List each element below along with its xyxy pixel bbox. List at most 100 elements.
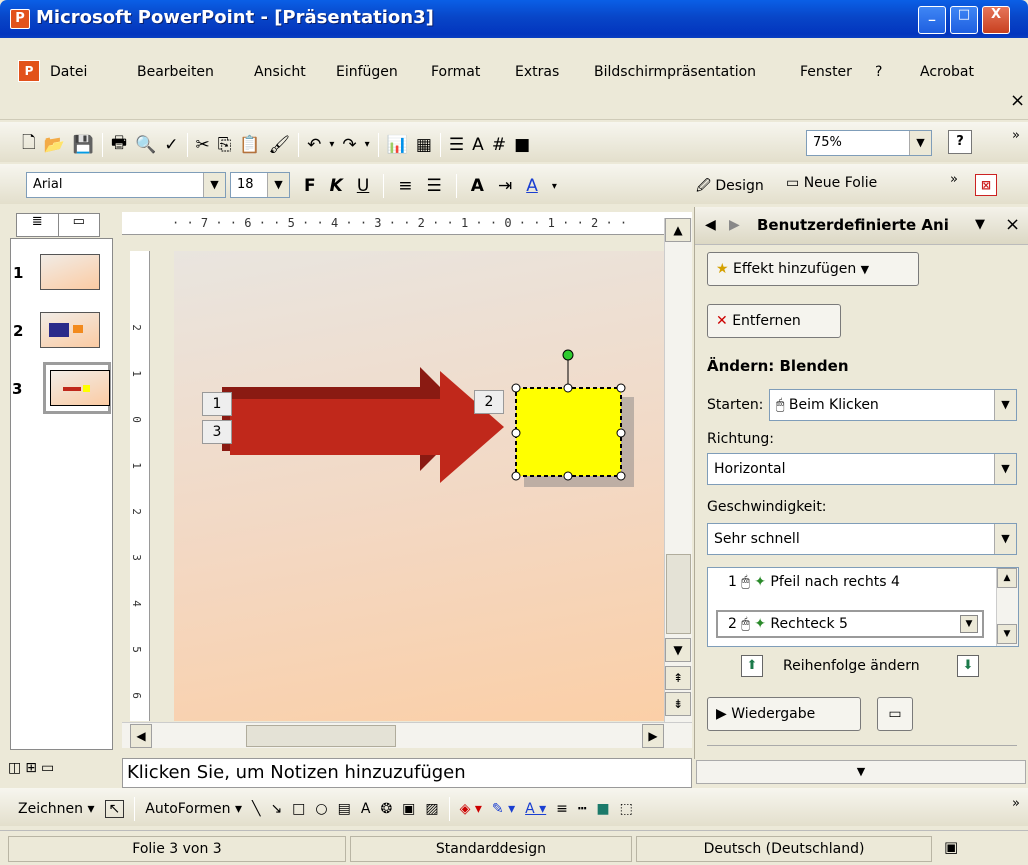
start-select[interactable]: 🖱 Beim Klicken ▼ bbox=[769, 389, 1017, 421]
spellcheck-status-icon[interactable]: ▣ bbox=[944, 838, 958, 856]
bullet-list-icon[interactable]: ☰ bbox=[427, 176, 442, 196]
grid-icon[interactable]: # bbox=[492, 135, 506, 155]
add-effect-button[interactable]: ★ Effekt hinzufügen ▼ bbox=[707, 252, 919, 286]
color-grayscale-icon[interactable]: ■ bbox=[514, 135, 530, 155]
animation-tag-3[interactable]: 3 bbox=[202, 420, 232, 444]
resize-handle[interactable] bbox=[511, 428, 521, 438]
wordart-tool-icon[interactable]: A bbox=[361, 801, 371, 817]
acrobat-pdf-icon[interactable]: ⊠ bbox=[975, 174, 997, 196]
animation-tag-2[interactable]: 2 bbox=[474, 390, 504, 414]
forward-arrow-icon[interactable]: ▶ bbox=[729, 217, 740, 233]
list-scrollbar[interactable]: ▲ ▼ bbox=[996, 568, 1018, 646]
task-pane-menu-icon[interactable]: ▼ bbox=[975, 217, 985, 232]
fill-color-icon[interactable]: ◈ ▾ bbox=[460, 801, 482, 817]
slideshow-view-icon[interactable]: ▭ bbox=[41, 760, 54, 776]
increase-font-icon[interactable]: A bbox=[471, 176, 484, 196]
list-item[interactable]: 2 🖱 ✦ Rechteck 5 ▼ bbox=[716, 610, 984, 638]
resize-handle[interactable] bbox=[563, 471, 573, 481]
chevron-down-icon[interactable]: ▼ bbox=[994, 390, 1016, 420]
align-left-icon[interactable]: ≡ bbox=[398, 176, 412, 196]
copy-icon[interactable]: ⎘ bbox=[218, 135, 232, 155]
select-pointer-icon[interactable]: ↖ bbox=[104, 800, 125, 818]
menu-bearbeiten[interactable]: Bearbeiten bbox=[137, 64, 214, 80]
powerpoint-app-icon[interactable]: P bbox=[10, 9, 30, 29]
menu-extras[interactable]: Extras bbox=[515, 64, 559, 80]
remove-button[interactable]: ✕ Entfernen bbox=[707, 304, 841, 338]
diagram-tool-icon[interactable]: ❂ bbox=[380, 801, 392, 817]
direction-select[interactable]: Horizontal ▼ bbox=[707, 453, 1017, 485]
redo-icon[interactable]: ↷ bbox=[342, 135, 356, 155]
cut-icon[interactable]: ✂ bbox=[196, 135, 210, 155]
font-select[interactable]: Arial ▼ bbox=[26, 172, 226, 198]
menu-close-icon[interactable]: × bbox=[1010, 90, 1025, 111]
scroll-up-icon[interactable]: ▲ bbox=[997, 568, 1017, 588]
resize-handle[interactable] bbox=[511, 471, 521, 481]
rotate-handle[interactable] bbox=[562, 349, 574, 361]
design-button[interactable]: 🖉 Design bbox=[696, 175, 764, 199]
task-pane-scroll[interactable]: ▼ bbox=[696, 760, 1026, 784]
document-icon[interactable]: P bbox=[18, 60, 40, 82]
expand-all-icon[interactable]: ☰ bbox=[449, 135, 464, 155]
open-folder-icon[interactable]: 📂 bbox=[44, 135, 65, 155]
move-up-icon[interactable]: ⬆ bbox=[741, 655, 763, 677]
font-size-select[interactable]: 18 ▼ bbox=[230, 172, 290, 198]
tab-outline[interactable]: ≣ bbox=[17, 214, 59, 236]
draw-menu-button[interactable]: Zeichnen ▾ bbox=[18, 801, 95, 817]
scroll-down-icon[interactable]: ▼ bbox=[665, 638, 691, 662]
task-pane-close-icon[interactable]: × bbox=[1005, 214, 1020, 235]
print-icon[interactable]: 🖶 bbox=[111, 130, 127, 159]
resize-handle[interactable] bbox=[563, 383, 573, 393]
autoshapes-menu-button[interactable]: AutoFormen ▾ bbox=[145, 801, 242, 817]
chevron-down-icon[interactable]: ▾ bbox=[552, 181, 557, 192]
spellcheck-icon[interactable]: ✓ bbox=[164, 135, 178, 155]
toolbar-overflow-icon[interactable]: » bbox=[1012, 128, 1020, 143]
italic-button[interactable]: K bbox=[330, 176, 343, 196]
notes-field[interactable]: Klicken Sie, um Notizen hinzuzufügen bbox=[122, 758, 692, 788]
insert-chart-icon[interactable]: 📊 bbox=[387, 135, 408, 155]
3d-style-icon[interactable]: ⬚ bbox=[620, 801, 633, 817]
chevron-down-icon[interactable]: ▼ bbox=[994, 454, 1016, 484]
menu-format[interactable]: Format bbox=[431, 64, 480, 80]
scrollbar-thumb[interactable] bbox=[246, 725, 396, 747]
close-button[interactable]: X bbox=[982, 6, 1010, 34]
toolbar-overflow-icon[interactable]: » bbox=[950, 172, 958, 187]
horizontal-scrollbar[interactable]: ◀ ▶ bbox=[122, 722, 692, 748]
list-item[interactable]: 1 🖱 ✦ Pfeil nach rechts 4 bbox=[728, 574, 900, 590]
scroll-right-icon[interactable]: ▶ bbox=[642, 724, 664, 748]
animation-tag-1[interactable]: 1 bbox=[202, 392, 232, 416]
vertical-scrollbar[interactable]: ▲ ▼ ⇞ ⇟ bbox=[664, 218, 692, 724]
toolbar-overflow-icon[interactable]: » bbox=[1012, 796, 1020, 811]
menu-bildschirmpraesentation[interactable]: Bildschirmpräsentation bbox=[594, 64, 756, 80]
font-color-icon[interactable]: A bbox=[526, 176, 538, 196]
save-icon[interactable]: 💾 bbox=[73, 135, 94, 155]
slide-thumbnail-3[interactable] bbox=[50, 370, 110, 406]
next-slide-icon[interactable]: ⇟ bbox=[665, 692, 691, 716]
clipart-tool-icon[interactable]: ▣ bbox=[402, 801, 415, 817]
resize-handle[interactable] bbox=[616, 471, 626, 481]
undo-dropdown-icon[interactable]: ▾ bbox=[329, 139, 334, 150]
bold-button[interactable]: F bbox=[304, 176, 316, 196]
chevron-down-icon[interactable]: ▼ bbox=[994, 524, 1016, 554]
new-slide-button[interactable]: ▭ Neue Folie bbox=[786, 175, 877, 191]
menu-help[interactable]: ? bbox=[875, 64, 882, 80]
menu-datei[interactable]: Datei bbox=[50, 64, 87, 80]
line-tool-icon[interactable]: ╲ bbox=[252, 801, 260, 817]
back-arrow-icon[interactable]: ◀ bbox=[705, 217, 716, 233]
menu-ansicht[interactable]: Ansicht bbox=[254, 64, 306, 80]
chevron-down-icon[interactable]: ▼ bbox=[203, 173, 225, 197]
tab-slides[interactable]: ▭ bbox=[59, 214, 100, 236]
format-painter-icon[interactable]: 🖌 bbox=[269, 135, 291, 155]
chevron-down-icon[interactable]: ▼ bbox=[267, 173, 289, 197]
shadow-icon[interactable]: ■ bbox=[596, 801, 609, 817]
scroll-up-icon[interactable]: ▲ bbox=[665, 218, 691, 242]
indent-icon[interactable]: ⇥ bbox=[498, 176, 512, 196]
rectangle-shape[interactable] bbox=[515, 387, 622, 477]
line-style-icon[interactable]: ≡ bbox=[556, 801, 568, 817]
menu-fenster[interactable]: Fenster bbox=[800, 64, 852, 80]
picture-tool-icon[interactable]: ▨ bbox=[425, 801, 438, 817]
insert-table-icon[interactable]: ▦ bbox=[416, 135, 432, 155]
maximize-button[interactable]: □ bbox=[950, 6, 978, 34]
minimize-button[interactable]: _ bbox=[918, 6, 946, 34]
arrow-tool-icon[interactable]: ↘ bbox=[270, 801, 282, 817]
paste-icon[interactable]: 📋 bbox=[239, 135, 260, 155]
